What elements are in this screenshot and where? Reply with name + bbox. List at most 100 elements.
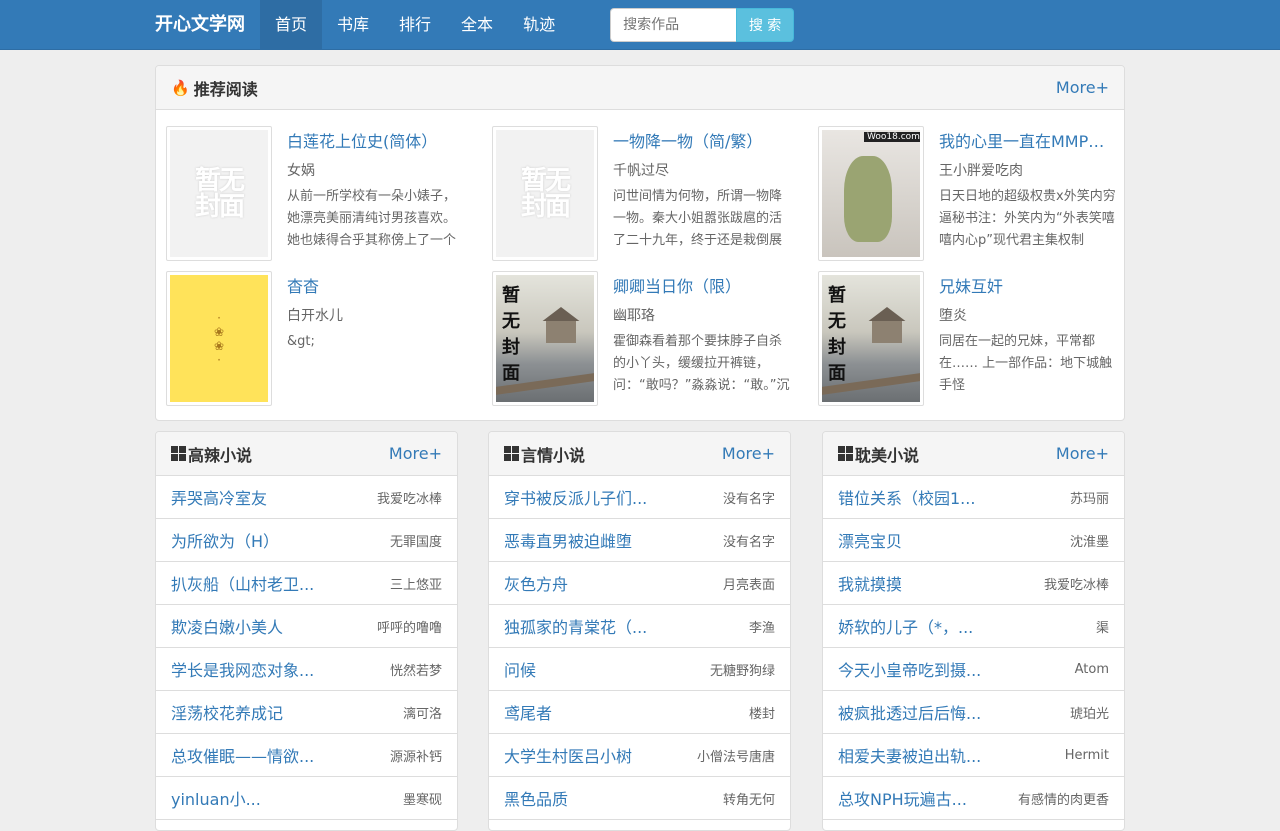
nav-link-home[interactable]: 首页 [260, 0, 323, 50]
cover-image: 暂无封面 [496, 275, 594, 402]
book-link[interactable]: 我就摸摸 [838, 571, 902, 595]
book-author: Atom [1074, 661, 1109, 677]
book-description: 从前一所学校有一朵小婊子，她漂亮美丽清纯讨男孩喜欢。她也婊得合乎其称傍上了一个 [287, 189, 457, 248]
category-panel-danmei: 耽美小说 More+ 错位关系（校园1... 苏玛丽 漂亮宝贝 沈淮墨 我就摸摸 我爱… [822, 431, 1125, 831]
cover-image: 暂无封面 [822, 275, 920, 402]
book-author: 我爱吃冰棒 [1043, 577, 1109, 593]
category-list: 错位关系（校园1... 苏玛丽 漂亮宝贝 沈淮墨 我就摸摸 我爱吃冰棒 娇软的儿子（*… [823, 476, 1124, 820]
book-author: 源源补钙 [389, 749, 442, 765]
no-cover-text: 暂无封面 [502, 285, 520, 384]
book-link[interactable]: 灰色方舟 [504, 571, 568, 595]
book-description: &gt; [287, 334, 315, 349]
book-author: 李渔 [748, 620, 775, 636]
book-link[interactable]: 错位关系（校园1... [838, 485, 975, 509]
list-item: 总攻NPH玩遍古... 有感情的肉更香 [823, 777, 1124, 820]
navbar-inner: 开心文学网 首页 书库 排行 全本 轨迹 搜 索 [155, 0, 795, 50]
book-link[interactable]: 问候 [504, 657, 536, 681]
category-title-text: 高辣小说 [188, 445, 253, 465]
cover-figure [844, 156, 892, 242]
site-brand[interactable]: 开心文学网 [155, 0, 245, 50]
book-author: 月亮表面 [722, 577, 775, 593]
book-link[interactable]: 穿书被反派儿子们... [504, 485, 647, 509]
book-link[interactable]: 学长是我网恋对象... [171, 657, 314, 681]
recommend-panel: 🔥 推荐阅读 More+ 暂无封面 白莲花上位史(简体） 女娲 从前一所学校有一… [155, 65, 1125, 421]
th-large-icon [838, 446, 853, 461]
book-cover[interactable]: 暂无封面 [818, 271, 924, 406]
book-link[interactable]: 大学生村医吕小树 [504, 743, 632, 767]
search-input[interactable] [610, 8, 737, 42]
book-title[interactable]: 卿卿当日你（限） [613, 273, 793, 297]
book-link[interactable]: 娇软的儿子（*，... [838, 614, 973, 638]
book-cover[interactable]: 暂无封面 [166, 126, 272, 261]
no-cover-image: 暂无封面 [170, 130, 268, 257]
book-title[interactable]: 杳杳 [287, 273, 467, 297]
category-list: 弄哭高冷室友 我爱吃冰棒 为所欲为（H） 无罪国度 扒灰船（山村老卫... 三上悠亚 … [156, 476, 457, 820]
nav-link-library[interactable]: 书库 [322, 0, 384, 50]
cover-ornament: · [217, 310, 221, 325]
book-title[interactable]: 白莲花上位史(简体） [287, 128, 467, 152]
book-author: 没有名字 [722, 534, 775, 550]
list-item: 为所欲为（H） 无罪国度 [156, 519, 457, 562]
nav-link-ranking[interactable]: 排行 [384, 0, 446, 50]
list-item: 今天小皇帝吃到摄... Atom [823, 648, 1124, 691]
book-link[interactable]: 弄哭高冷室友 [171, 485, 267, 509]
category-title: 耽美小说 [838, 442, 919, 466]
book-link[interactable]: 相爱夫妻被迫出轨... [838, 743, 981, 767]
list-item: 我就摸摸 我爱吃冰棒 [823, 562, 1124, 605]
book-link[interactable]: 独孤家的青棠花（... [504, 614, 647, 638]
category-more-link[interactable]: More+ [722, 444, 775, 463]
list-item: 学长是我网恋对象... 恍然若梦 [156, 648, 457, 691]
category-more-link[interactable]: More+ [1056, 444, 1109, 463]
nav-links: 首页 书库 排行 全本 轨迹 [260, 0, 570, 50]
nav-link-history[interactable]: 轨迹 [508, 0, 570, 50]
category-more-link[interactable]: More+ [389, 444, 442, 463]
list-item: 被疯批透过后后悔... 琥珀光 [823, 691, 1124, 734]
book-link[interactable]: 淫荡校花养成记 [171, 700, 283, 724]
list-item: 总攻催眠——情欲... 源源补钙 [156, 734, 457, 777]
book-title[interactable]: 一物降一物（简/繁） [613, 128, 793, 152]
book-link[interactable]: 漂亮宝贝 [838, 528, 902, 552]
book-link[interactable]: 欺凌白嫩小美人 [171, 614, 283, 638]
search-button[interactable]: 搜 索 [736, 8, 795, 42]
book-link[interactable]: 鸢尾者 [504, 700, 552, 724]
category-title: 高辣小说 [171, 442, 252, 466]
book-author: 千帆过尽 [613, 163, 669, 179]
list-item: 漂亮宝贝 沈淮墨 [823, 519, 1124, 562]
no-cover-image: 暂无封面 [496, 130, 594, 257]
category-panel-romance: 言情小说 More+ 穿书被反派儿子们... 没有名字 恶毒直男被迫雌堕 没有名字 … [488, 431, 791, 831]
list-item: 鸢尾者 楼封 [489, 691, 790, 734]
book-link[interactable]: 为所欲为（H） [171, 528, 279, 552]
book-link[interactable]: 总攻NPH玩遍古... [838, 786, 967, 810]
book-card: · ❀ ❀ · 杳杳 白开水儿 &gt; [156, 271, 472, 407]
book-cover[interactable]: 暂无封面 [492, 271, 598, 406]
list-item: 恶毒直男被迫雌堕 没有名字 [489, 519, 790, 562]
th-large-icon [171, 446, 186, 461]
book-title[interactable]: 兄妹互奸 [939, 273, 1119, 297]
book-author: 三上悠亚 [389, 577, 442, 593]
book-link[interactable]: 扒灰船（山村老卫... [171, 571, 314, 595]
recommend-more-link[interactable]: More+ [1056, 78, 1109, 97]
cover-image: Woo18.com [822, 130, 920, 257]
list-item: 欺凌白嫩小美人 呼呼的噜噜 [156, 605, 457, 648]
book-card: 暂无封面 一物降一物（简/繁） 千帆过尽 问世间情为何物，所谓一物降一物。秦大小… [482, 126, 798, 262]
book-cover[interactable]: · ❀ ❀ · [166, 271, 272, 406]
book-card: 暂无封面 白莲花上位史(简体） 女娲 从前一所学校有一朵小婊子，她漂亮美丽清纯讨… [156, 126, 472, 262]
search-form: 搜 索 [610, 8, 795, 42]
book-author: 无罪国度 [389, 534, 442, 550]
book-link[interactable]: 恶毒直男被迫雌堕 [504, 528, 632, 552]
book-cover[interactable]: Woo18.com [818, 126, 924, 261]
category-title-text: 言情小说 [521, 445, 586, 465]
book-link[interactable]: 总攻催眠——情欲... [171, 743, 314, 767]
book-description: 霍御森看着那个要抹脖子自杀的小丫头，缓缓拉开裤链，问：“敢吗？”淼淼说：“敢。”… [613, 334, 790, 393]
book-link[interactable]: 今天小皇帝吃到摄... [838, 657, 981, 681]
book-author: 恍然若梦 [389, 663, 442, 679]
recommend-title-text: 推荐阅读 [193, 79, 258, 99]
book-title[interactable]: 我的心里一直在MMP… [939, 128, 1119, 152]
book-cover[interactable]: 暂无封面 [492, 126, 598, 261]
book-author: 渠 [1095, 620, 1109, 636]
book-link[interactable]: yinluan小... [171, 786, 261, 810]
book-link[interactable]: 被疯批透过后后悔... [838, 700, 981, 724]
book-link[interactable]: 黑色品质 [504, 786, 568, 810]
list-item: 相爱夫妻被迫出轨... Hermit [823, 734, 1124, 777]
nav-link-complete[interactable]: 全本 [446, 0, 508, 50]
